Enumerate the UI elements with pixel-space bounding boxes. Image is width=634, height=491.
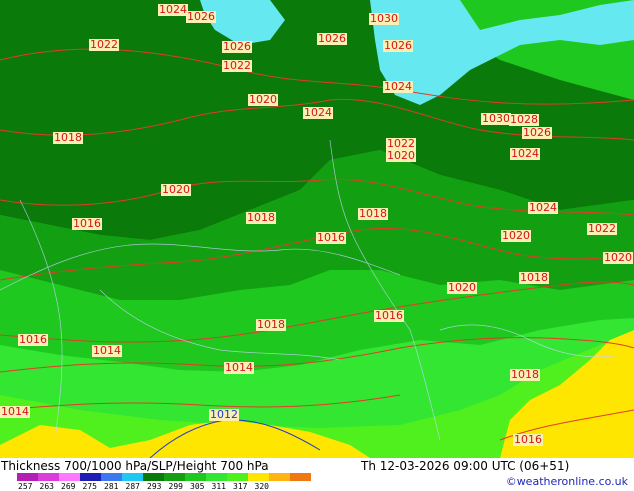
isobar-label: 1014 bbox=[92, 344, 122, 357]
isobar-label: 1014 bbox=[224, 361, 254, 374]
isobar-label: 1024 bbox=[528, 201, 558, 214]
color-scale-swatch bbox=[290, 473, 311, 481]
color-scale-swatch bbox=[248, 473, 269, 481]
isobar-label: 1024 bbox=[303, 106, 333, 119]
isobar-label: 1024 bbox=[383, 80, 413, 93]
isobar-label: 1024 bbox=[510, 147, 540, 160]
map-title: Thickness 700/1000 hPa/SLP/Height 700 hP… bbox=[1, 459, 269, 473]
isobar-label: 1016 bbox=[374, 309, 404, 322]
isobar-label: 1026 bbox=[222, 40, 252, 53]
isobar-label: 1026 bbox=[522, 126, 552, 139]
color-scale-swatch bbox=[143, 473, 164, 481]
isobar-label: 1020 bbox=[386, 149, 416, 162]
color-scale-swatch bbox=[59, 473, 80, 481]
isobar-label: 1026 bbox=[186, 10, 216, 23]
forecast-datetime: Th 12-03-2026 09:00 UTC (06+51) bbox=[361, 459, 570, 473]
weather-map: 1024 1026 1030 1022 1026 1026 1026 1022 … bbox=[0, 0, 634, 458]
isobar-label: 1030 bbox=[369, 12, 399, 25]
isobar-label: 1016 bbox=[72, 217, 102, 230]
isobar-label: 1026 bbox=[317, 32, 347, 45]
isobar-label: 1022 bbox=[89, 38, 119, 51]
isobar-label: 1022 bbox=[587, 222, 617, 235]
isobar-label: 1014 bbox=[0, 405, 30, 418]
isobar-label: 1016 bbox=[316, 231, 346, 244]
isobar-label: 1018 bbox=[358, 207, 388, 220]
color-scale-swatch bbox=[206, 473, 227, 481]
color-scale-swatch bbox=[227, 473, 248, 481]
isobar-label: 1018 bbox=[53, 131, 83, 144]
isobar-label: 1018 bbox=[510, 368, 540, 381]
thickness-color-scale bbox=[17, 473, 311, 481]
isobar-label: 1020 bbox=[161, 183, 191, 196]
isobar-label: 1020 bbox=[603, 251, 633, 264]
isobar-label: 1020 bbox=[501, 229, 531, 242]
isobar-label: 1018 bbox=[519, 271, 549, 284]
isobar-label: 1030 bbox=[481, 112, 511, 125]
isobar-label: 1028 bbox=[509, 113, 539, 126]
thickness-label: 1012 bbox=[209, 408, 239, 421]
color-scale-swatch bbox=[122, 473, 143, 481]
credit-text: ©weatheronline.co.uk bbox=[505, 475, 628, 488]
isobar-label: 1020 bbox=[447, 281, 477, 294]
isobar-label: 1016 bbox=[513, 433, 543, 446]
color-scale-swatch bbox=[80, 473, 101, 481]
isobar-label: 1018 bbox=[246, 211, 276, 224]
color-scale-swatch bbox=[38, 473, 59, 481]
color-scale-swatch bbox=[185, 473, 206, 481]
isobar-label: 1024 bbox=[158, 3, 188, 16]
color-scale-swatch bbox=[17, 473, 38, 481]
color-scale-swatch bbox=[164, 473, 185, 481]
isobar-label: 1018 bbox=[256, 318, 286, 331]
isobar-label: 1020 bbox=[248, 93, 278, 106]
color-scale-swatch bbox=[101, 473, 122, 481]
isobar-label: 1022 bbox=[222, 59, 252, 72]
isobar-label: 1016 bbox=[18, 333, 48, 346]
isobar-label: 1026 bbox=[383, 39, 413, 52]
color-scale-swatch bbox=[269, 473, 290, 481]
